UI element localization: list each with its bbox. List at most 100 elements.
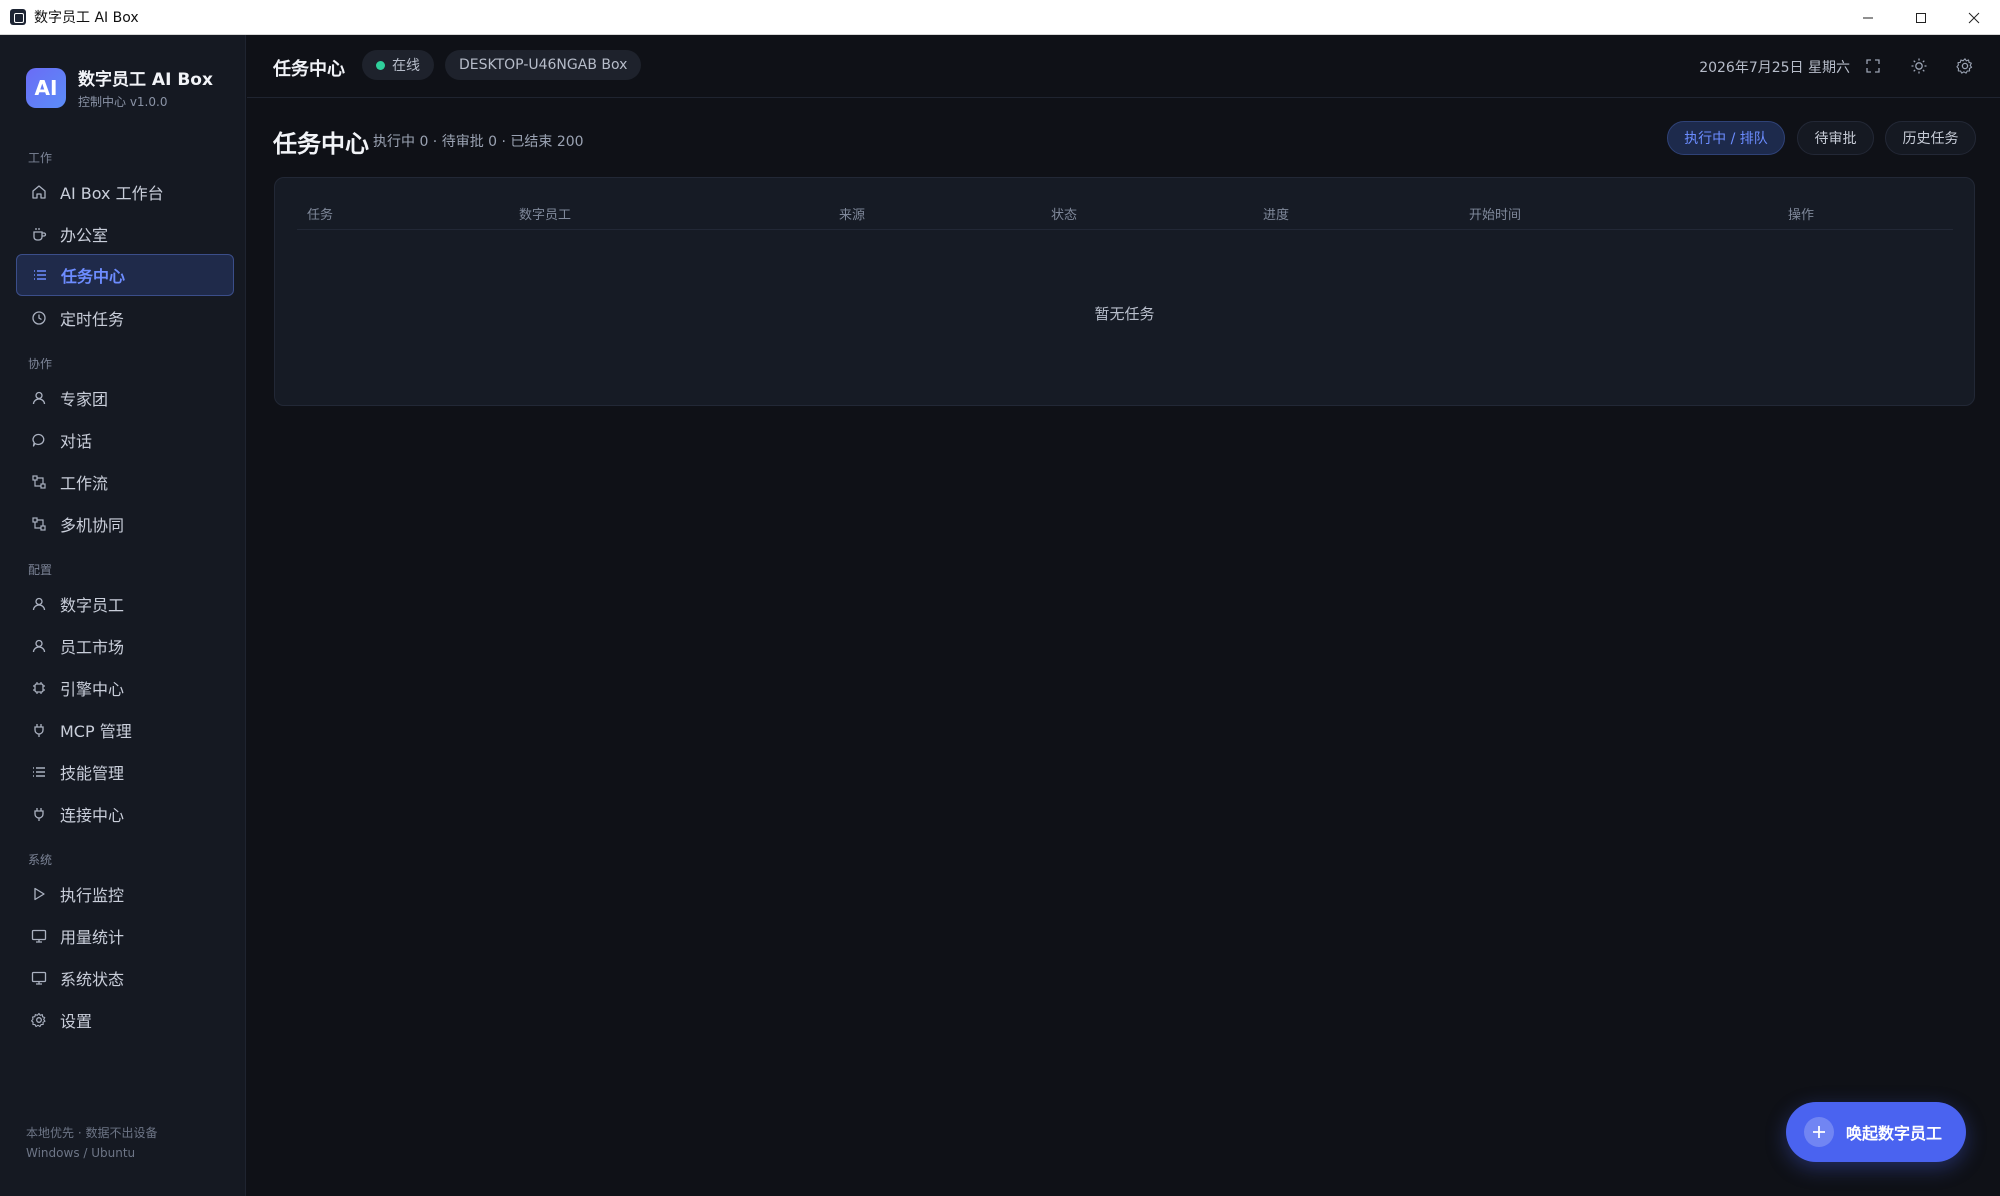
close-button[interactable] <box>1947 0 2000 35</box>
workflow-icon <box>30 515 48 533</box>
close-icon <box>1968 12 1979 23</box>
column-header-employee: 数字员工 <box>519 208 572 223</box>
sidebar-item-label: 对话 <box>60 432 93 451</box>
page-title: 任务中心 <box>273 130 369 158</box>
sidebar-item-label: 执行监控 <box>60 886 125 905</box>
monitor-icon <box>30 969 48 987</box>
gear-icon <box>30 1011 48 1029</box>
user-icon <box>30 637 48 655</box>
footer-line: 本地优先 · 数据不出设备 <box>26 1126 158 1140</box>
nav-section-work: 工作 <box>28 151 53 165</box>
sidebar: AI 数字员工 AI Box 控制中心 v1.0.0 工作 AI Box 工作台… <box>0 35 246 1196</box>
maximize-button[interactable] <box>1894 0 1947 35</box>
sidebar-item-workflow[interactable]: 工作流 <box>16 461 234 503</box>
plug-icon <box>30 805 48 823</box>
brand-logo: AI <box>26 67 66 108</box>
brand[interactable]: AI 数字员工 AI Box 控制中心 v1.0.0 <box>26 65 213 110</box>
sidebar-item-system-status[interactable]: 系统状态 <box>16 957 234 999</box>
sidebar-item-office[interactable]: 办公室 <box>16 213 234 255</box>
column-header-progress: 进度 <box>1263 208 1290 223</box>
sidebar-item-label: 多机协同 <box>60 516 125 535</box>
top-header: 任务中心 在线 DESKTOP-U46NGAB Box 2026年7月25日 星… <box>247 35 2000 98</box>
engine-icon <box>30 679 48 697</box>
plus-icon <box>1804 1117 1834 1147</box>
task-stats: 执行中 0 · 待审批 0 · 已结束 200 <box>373 134 584 150</box>
minimize-icon <box>1862 17 1873 18</box>
sidebar-item-label: AI Box 工作台 <box>60 184 164 203</box>
sidebar-item-label: 员工市场 <box>60 638 125 657</box>
home-icon <box>30 183 48 201</box>
maximize-icon <box>1915 12 1926 23</box>
workflow-icon <box>30 473 48 491</box>
sidebar-item-settings[interactable]: 设置 <box>16 999 234 1041</box>
task-table: 任务 数字员工 来源 状态 进度 开始时间 操作 暂无任务 <box>274 177 1975 406</box>
sidebar-item-chat[interactable]: 对话 <box>16 419 234 461</box>
plug-icon <box>30 721 48 739</box>
sidebar-item-task-center[interactable]: 任务中心 <box>16 254 234 296</box>
brand-name: 数字员工 AI Box <box>78 70 213 90</box>
tab-history[interactable]: 历史任务 <box>1885 121 1976 155</box>
device-badge: DESKTOP-U46NGAB Box <box>445 50 642 80</box>
sidebar-item-label: 技能管理 <box>60 764 125 783</box>
fullscreen-button[interactable] <box>1862 55 1884 77</box>
sidebar-item-label: 专家团 <box>60 390 109 409</box>
user-icon <box>30 389 48 407</box>
sidebar-item-engine-center[interactable]: 引擎中心 <box>16 667 234 709</box>
sidebar-item-connections[interactable]: 连接中心 <box>16 793 234 835</box>
sidebar-item-label: 办公室 <box>60 226 109 245</box>
settings-button[interactable] <box>1954 55 1976 77</box>
sidebar-item-digital-employees[interactable]: 数字员工 <box>16 583 234 625</box>
minimize-button[interactable] <box>1841 0 1894 35</box>
sidebar-item-monitor[interactable]: 执行监控 <box>16 873 234 915</box>
sidebar-item-skills[interactable]: 技能管理 <box>16 751 234 793</box>
play-icon <box>30 885 48 903</box>
current-date: 2026年7月25日 星期六 <box>1699 60 1850 76</box>
monitor-icon <box>30 927 48 945</box>
sidebar-item-workbench[interactable]: AI Box 工作台 <box>16 171 234 213</box>
sidebar-item-multi-device[interactable]: 多机协同 <box>16 503 234 545</box>
chat-icon <box>30 431 48 449</box>
window-titlebar: 数字员工 AI Box <box>0 0 2000 35</box>
nav-section-collab: 协作 <box>28 357 53 371</box>
column-header-actions: 操作 <box>1788 208 1815 223</box>
sidebar-item-label: 工作流 <box>60 474 109 493</box>
status-badge: 在线 <box>362 50 434 80</box>
sidebar-item-experts[interactable]: 专家团 <box>16 377 234 419</box>
tab-running-queue[interactable]: 执行中 / 排队 <box>1667 121 1785 155</box>
list-icon <box>31 266 49 284</box>
summon-employee-button[interactable]: 唤起数字员工 <box>1786 1102 1966 1162</box>
column-header-start-time: 开始时间 <box>1469 208 1522 223</box>
cup-icon <box>30 225 48 243</box>
sidebar-item-label: 任务中心 <box>61 267 126 286</box>
theme-toggle-button[interactable] <box>1908 55 1930 77</box>
header-title: 任务中心 <box>273 59 345 80</box>
column-header-status: 状态 <box>1051 208 1078 223</box>
sidebar-item-label: 数字员工 <box>60 596 125 615</box>
sidebar-item-label: 系统状态 <box>60 970 125 989</box>
status-text: 在线 <box>392 58 420 74</box>
sidebar-footer: 本地优先 · 数据不出设备 Windows / Ubuntu <box>26 1123 157 1163</box>
online-dot-icon <box>376 60 385 70</box>
sun-icon <box>1911 58 1927 74</box>
sidebar-item-label: 引擎中心 <box>60 680 125 699</box>
sidebar-item-employee-market[interactable]: 员工市场 <box>16 625 234 667</box>
column-header-task: 任务 <box>307 208 334 223</box>
clock-icon <box>30 309 48 327</box>
list-icon <box>30 763 48 781</box>
nav-section-system: 系统 <box>28 853 53 867</box>
user-icon <box>30 595 48 613</box>
sidebar-item-scheduled-tasks[interactable]: 定时任务 <box>16 297 234 339</box>
column-header-source: 来源 <box>839 208 866 223</box>
tab-pending-approval[interactable]: 待审批 <box>1797 121 1874 155</box>
sidebar-item-label: 定时任务 <box>60 310 125 329</box>
window-controls <box>1841 0 2000 35</box>
sidebar-item-label: 连接中心 <box>60 806 125 825</box>
device-name: DESKTOP-U46NGAB Box <box>459 57 628 73</box>
brand-subtitle: 控制中心 v1.0.0 <box>78 95 168 109</box>
gear-icon <box>1956 58 1973 74</box>
table-header: 任务 数字员工 来源 状态 进度 开始时间 操作 <box>297 204 1953 230</box>
sidebar-item-usage[interactable]: 用量统计 <box>16 915 234 957</box>
sidebar-item-label: 设置 <box>60 1012 93 1031</box>
fab-label: 唤起数字员工 <box>1846 1124 1943 1143</box>
sidebar-item-mcp[interactable]: MCP 管理 <box>16 709 234 751</box>
